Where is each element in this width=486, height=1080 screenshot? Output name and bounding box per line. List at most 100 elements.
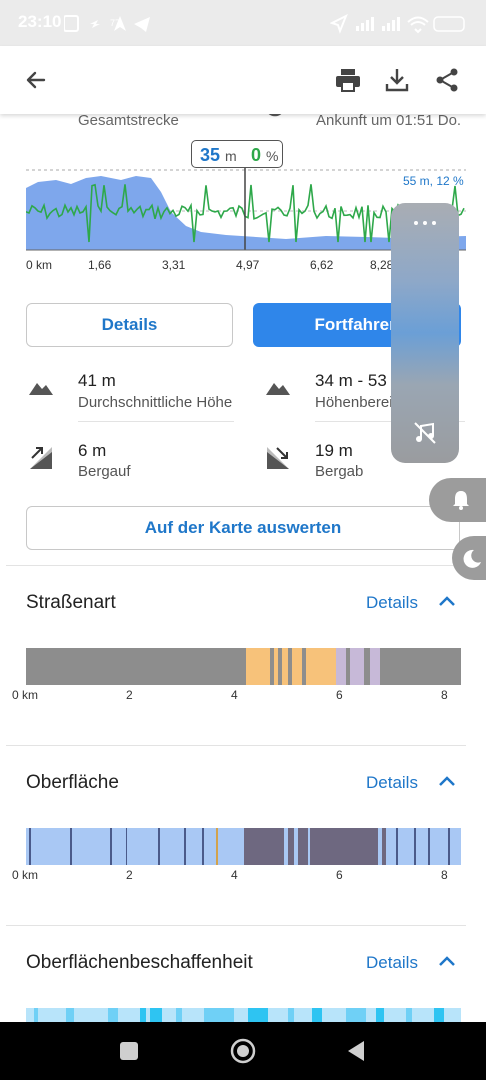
status-notification-icons bbox=[64, 15, 150, 32]
download-button[interactable] bbox=[377, 60, 417, 100]
bar-segment bbox=[204, 1008, 234, 1022]
music-off-icon[interactable] bbox=[413, 421, 437, 445]
bar-segment bbox=[158, 828, 160, 865]
smoothness-details-link[interactable]: Details bbox=[366, 953, 418, 973]
section-divider bbox=[6, 925, 466, 926]
bar-segment bbox=[382, 828, 386, 865]
share-icon bbox=[436, 68, 458, 92]
tooltip-height-unit: m bbox=[225, 148, 237, 164]
bar-axis-tick: 4 bbox=[231, 868, 238, 882]
bar-axis-tick: 0 km bbox=[12, 868, 39, 882]
bar-segment bbox=[396, 828, 398, 865]
bar-segment bbox=[306, 648, 336, 685]
status-system-icons bbox=[330, 14, 465, 34]
bar-segment bbox=[336, 648, 346, 685]
stats-divider bbox=[78, 421, 234, 422]
chevron-up-icon[interactable] bbox=[438, 594, 456, 608]
bar-segment bbox=[140, 1008, 146, 1022]
more-horizontal-icon[interactable] bbox=[413, 219, 437, 227]
road-type-details-link[interactable]: Details bbox=[366, 593, 418, 613]
bar-axis-tick: 6 bbox=[336, 688, 343, 702]
bar-segment bbox=[70, 828, 72, 865]
bar-segment bbox=[308, 828, 310, 865]
bar-segment bbox=[298, 828, 308, 865]
mountain-icon bbox=[29, 383, 53, 395]
dark-mode-bubble[interactable] bbox=[452, 536, 486, 580]
chart-tooltip: 35 m 0 % bbox=[191, 140, 283, 168]
chart-max-legend: 55 m, 12 % bbox=[403, 174, 464, 188]
bar-segment bbox=[380, 648, 461, 685]
bar-segment bbox=[448, 828, 450, 865]
bar-segment bbox=[292, 648, 302, 685]
bar-segment bbox=[270, 648, 274, 685]
bar-axis-tick: 6 bbox=[336, 868, 343, 882]
bar-segment bbox=[108, 1008, 118, 1022]
bar-segment bbox=[370, 648, 380, 685]
road-type-bar[interactable] bbox=[26, 648, 461, 685]
bar-segment bbox=[282, 648, 288, 685]
bar-segment bbox=[346, 1008, 366, 1022]
bar-segment bbox=[288, 1008, 294, 1022]
app-bar bbox=[0, 46, 486, 114]
bar-segment bbox=[110, 828, 112, 865]
mountain-range-icon bbox=[266, 383, 290, 395]
surface-title: Oberfläche bbox=[26, 772, 119, 793]
bell-icon bbox=[453, 491, 469, 510]
bar-segment bbox=[278, 648, 282, 685]
bar-segment bbox=[29, 828, 31, 865]
bar-axis-tick: 0 km bbox=[12, 688, 39, 702]
circle-icon[interactable] bbox=[230, 1038, 256, 1064]
bar-axis-tick: 8 bbox=[441, 868, 448, 882]
status-bar: 23:10 77 bbox=[0, 0, 486, 46]
bar-segment bbox=[364, 648, 370, 685]
bar-segment bbox=[126, 828, 127, 865]
bar-segment bbox=[288, 648, 292, 685]
smoothness-bar[interactable] bbox=[26, 1008, 461, 1022]
bar-segment bbox=[34, 1008, 38, 1022]
bar-segment bbox=[26, 648, 246, 685]
bar-segment bbox=[66, 1008, 74, 1022]
moon-icon bbox=[463, 549, 481, 568]
chart-x-tick: 6,62 bbox=[310, 258, 334, 272]
details-button[interactable]: Details bbox=[26, 303, 233, 347]
bar-segment bbox=[176, 1008, 182, 1022]
chevron-up-icon[interactable] bbox=[438, 774, 456, 788]
bar-axis-tick: 2 bbox=[126, 868, 133, 882]
chart-x-tick: 3,31 bbox=[162, 258, 186, 272]
triangle-back-icon[interactable] bbox=[346, 1040, 366, 1062]
tooltip-slope-value: 0 bbox=[251, 145, 262, 165]
chevron-up-icon[interactable] bbox=[438, 954, 456, 968]
bar-axis-tick: 8 bbox=[441, 688, 448, 702]
bar-segment bbox=[302, 648, 306, 685]
bar-segment bbox=[288, 828, 294, 865]
bar-segment bbox=[414, 828, 416, 865]
arrival-label: Ankunft um 01:51 Do. bbox=[316, 112, 462, 129]
bar-segment bbox=[346, 648, 350, 685]
uphill-value: 6 m bbox=[78, 441, 107, 460]
evaluate-on-map-button[interactable]: Auf der Karte auswerten bbox=[26, 506, 460, 550]
arrow-left-icon bbox=[26, 71, 46, 89]
surface-details-link[interactable]: Details bbox=[366, 773, 418, 793]
road-type-title: Straßenart bbox=[26, 592, 116, 613]
share-button[interactable] bbox=[427, 60, 467, 100]
smoothness-title: Oberflächenbeschaffenheit bbox=[26, 952, 253, 973]
bar-axis-tick: 4 bbox=[231, 688, 238, 702]
section-divider bbox=[6, 745, 466, 746]
back-button[interactable] bbox=[16, 60, 56, 100]
square-icon[interactable] bbox=[119, 1041, 139, 1061]
bar-segment bbox=[184, 828, 186, 865]
bar-segment bbox=[376, 1008, 384, 1022]
bar-segment bbox=[312, 1008, 322, 1022]
notification-bubble[interactable] bbox=[429, 478, 486, 522]
floating-media-panel[interactable] bbox=[391, 203, 459, 463]
bar-segment bbox=[246, 648, 270, 685]
bar-segment bbox=[434, 1008, 444, 1022]
bar-axis-tick: 2 bbox=[126, 688, 133, 702]
print-button[interactable] bbox=[328, 60, 368, 100]
surface-bar[interactable] bbox=[26, 828, 461, 865]
chart-x-tick: 8,28 bbox=[370, 258, 394, 272]
uphill-icon bbox=[30, 447, 52, 469]
bar-segment bbox=[428, 828, 430, 865]
status-time: 23:10 bbox=[18, 12, 62, 31]
section-divider bbox=[6, 565, 466, 566]
